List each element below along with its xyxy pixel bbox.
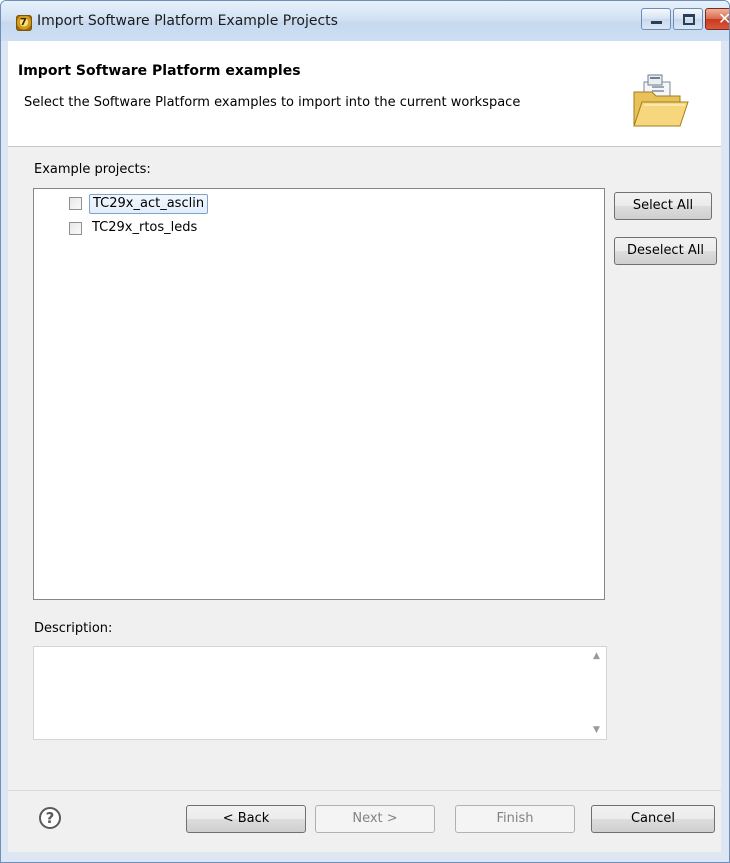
description-label: Description: [34,621,113,636]
example-projects-label: Example projects: [34,162,151,177]
help-icon[interactable]: ? [39,807,61,829]
minimize-button[interactable] [641,8,671,30]
description-scrollbar[interactable]: ▲ ▼ [589,647,606,739]
project-checkbox[interactable] [69,197,82,210]
minimize-icon [651,21,662,24]
deselect-all-button[interactable]: Deselect All [614,237,717,265]
dialog-window: 7 Import Software Platform Example Proje… [0,0,730,863]
project-label[interactable]: TC29x_rtos_leds [89,219,200,237]
banner-message: Select the Software Platform examples to… [24,95,521,110]
banner-title: Import Software Platform examples [18,63,301,79]
footer-separator [8,790,721,791]
next-button[interactable]: Next > [315,805,435,833]
header-banner: Import Software Platform examples Select… [8,41,721,147]
app-icon[interactable]: 7 [16,15,32,31]
open-folder-icon [633,74,689,127]
close-button[interactable]: ✕ [705,8,729,30]
project-label[interactable]: TC29x_act_asclin [89,194,209,214]
window-title: Import Software Platform Example Project… [37,13,338,29]
app-icon-glyph: 7 [20,17,27,28]
finish-button[interactable]: Finish [455,805,575,833]
example-projects-list[interactable]: TC29x_act_asclin TC29x_rtos_leds [33,188,605,600]
cancel-button[interactable]: Cancel [591,805,715,833]
scroll-down-icon[interactable]: ▼ [593,725,600,735]
select-all-button[interactable]: Select All [614,192,712,220]
title-bar[interactable]: 7 Import Software Platform Example Proje… [1,1,729,41]
dialog-client: Import Software Platform examples Select… [8,41,721,852]
back-button[interactable]: < Back [186,805,306,833]
close-icon: ✕ [718,9,729,28]
scroll-up-icon[interactable]: ▲ [593,651,600,661]
maximize-icon [683,14,695,25]
project-checkbox[interactable] [69,222,82,235]
description-field[interactable]: ▲ ▼ [33,646,607,740]
maximize-button[interactable] [673,8,703,30]
